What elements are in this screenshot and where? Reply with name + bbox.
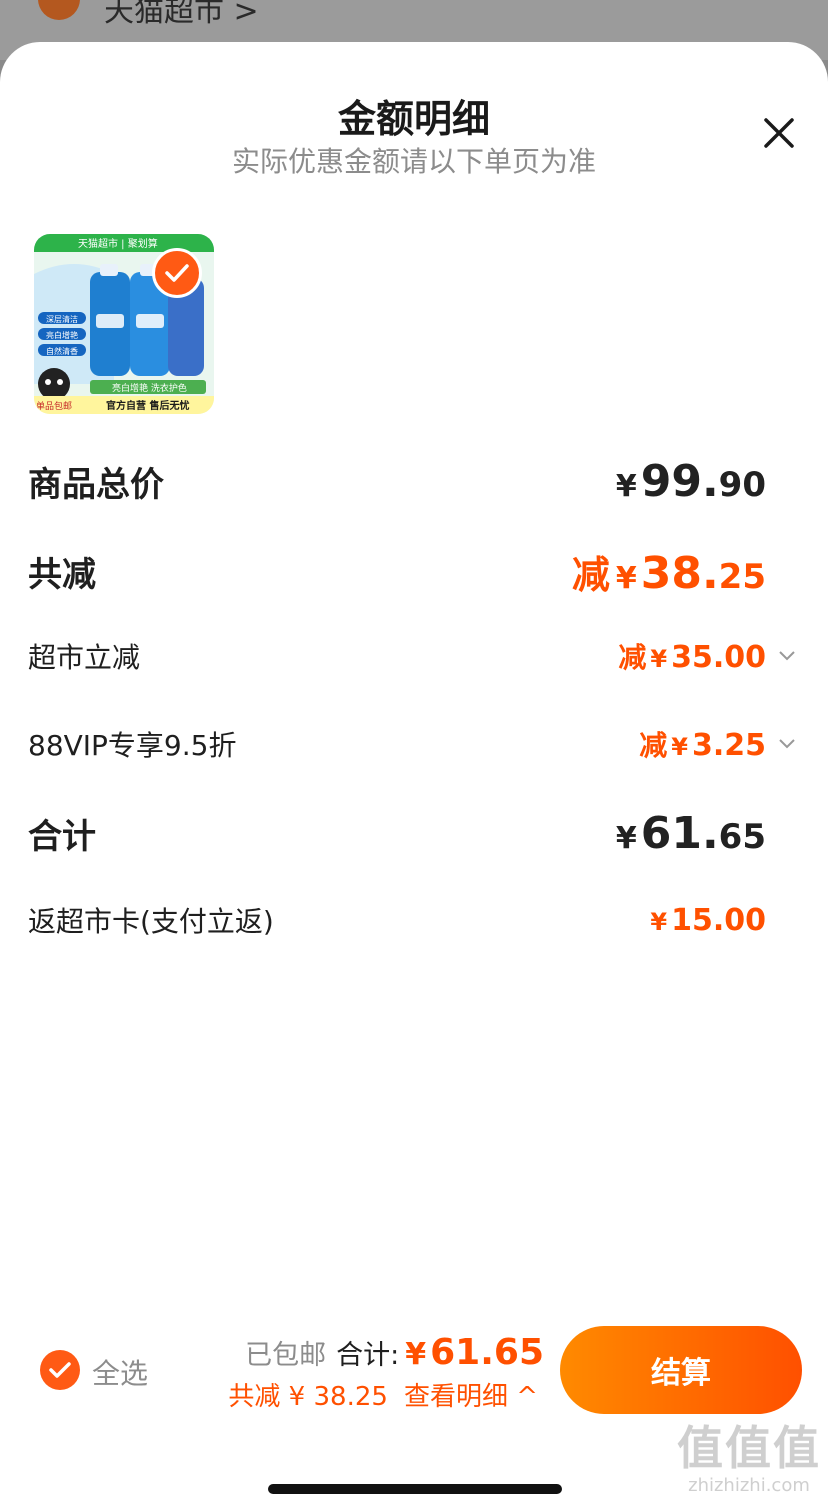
free-shipping-label: 已包邮 (245, 1340, 327, 1371)
goods-total-label: 商品总价 (28, 465, 164, 505)
supermarket-discount-value: 减 ¥35. 00 (618, 636, 795, 676)
chevron-down-icon[interactable] (778, 736, 796, 750)
cashback-label: 返超市卡(支付立返) (28, 905, 274, 938)
cashback-row: 返超市卡(支付立返) ¥15. 00 (28, 900, 766, 940)
product-selected-check-icon[interactable] (152, 248, 202, 298)
product-tagline: 亮白增艳 洗衣护色 (112, 382, 187, 394)
total-discount-row: 共减 减 ¥38. 25 (28, 544, 766, 599)
supermarket-discount-row[interactable]: 超市立减 减 ¥35. 00 (28, 636, 795, 676)
svg-text:亮白增艳: 亮白增艳 (46, 330, 78, 340)
select-all-check-icon[interactable] (40, 1350, 80, 1390)
svg-text:自然清香: 自然清香 (46, 346, 78, 356)
select-all-label[interactable]: 全选 (92, 1352, 148, 1392)
saving-summary: 共减 ¥ 38.25 查看明细 ^ (228, 1376, 538, 1413)
product-corner-tag: 单品包邮 (36, 400, 72, 412)
total-discount-label: 共减 (28, 555, 96, 595)
view-detail-link[interactable]: 查看明细 ^ (404, 1376, 538, 1413)
goods-total-row: 商品总价 ¥99. 90 (28, 456, 766, 507)
sheet-subtitle: 实际优惠金额请以下单页为准 (231, 145, 596, 178)
total-amount: 61.65 (430, 1332, 544, 1373)
product-brand-text: 天猫超市 | 聚划算 (78, 237, 158, 250)
vip-discount-label: 88VIP专享9.5折 (28, 729, 237, 762)
amount-detail-sheet: 金额明细 实际优惠金额请以下单页为准 天猫超市 | 聚划算 深层清洁 亮白增艳 … (0, 42, 828, 1512)
close-icon[interactable] (758, 112, 800, 154)
site-watermark: 值值值 zhizhizhi.com (677, 1421, 821, 1496)
vip-discount-value: 减 ¥3. 25 (639, 724, 795, 764)
checkout-bar: 全选 已包邮 合计: ¥ 61.65 共减 ¥ 38.25 查看明细 ^ 结算 (0, 1318, 828, 1428)
goods-total-value: ¥99. 90 (615, 456, 766, 507)
product-footer: 官方自营 售后无忧 (106, 399, 189, 412)
subtotal-label: 合计 (28, 817, 96, 857)
shop-name: 天猫超市 > (104, 0, 259, 29)
saving-amount: 共减 ¥ 38.25 (228, 1382, 388, 1412)
subtotal-value: ¥61. 65 (615, 808, 766, 859)
chevron-down-icon[interactable] (778, 648, 796, 662)
subtotal-row: 合计 ¥61. 65 (28, 808, 766, 859)
total-discount-value: 减 ¥38. 25 (571, 548, 766, 599)
supermarket-discount-label: 超市立减 (28, 641, 141, 674)
vip-discount-row[interactable]: 88VIP专享9.5折 减 ¥3. 25 (28, 724, 795, 764)
total-label: 合计: (336, 1340, 400, 1371)
home-indicator[interactable] (268, 1484, 562, 1494)
product-bullets: 深层清洁 亮白增艳 自然清香 (38, 312, 86, 356)
svg-text:深层清洁: 深层清洁 (46, 314, 78, 324)
cashback-value: ¥15. 00 (650, 902, 766, 938)
bottom-total: 已包邮 合计: ¥ 61.65 (245, 1332, 544, 1373)
shop-badge-icon (38, 0, 80, 20)
checkout-button[interactable]: 结算 (560, 1326, 802, 1414)
total-currency: ¥ (405, 1337, 427, 1372)
sheet-title: 金额明细 (337, 97, 490, 141)
